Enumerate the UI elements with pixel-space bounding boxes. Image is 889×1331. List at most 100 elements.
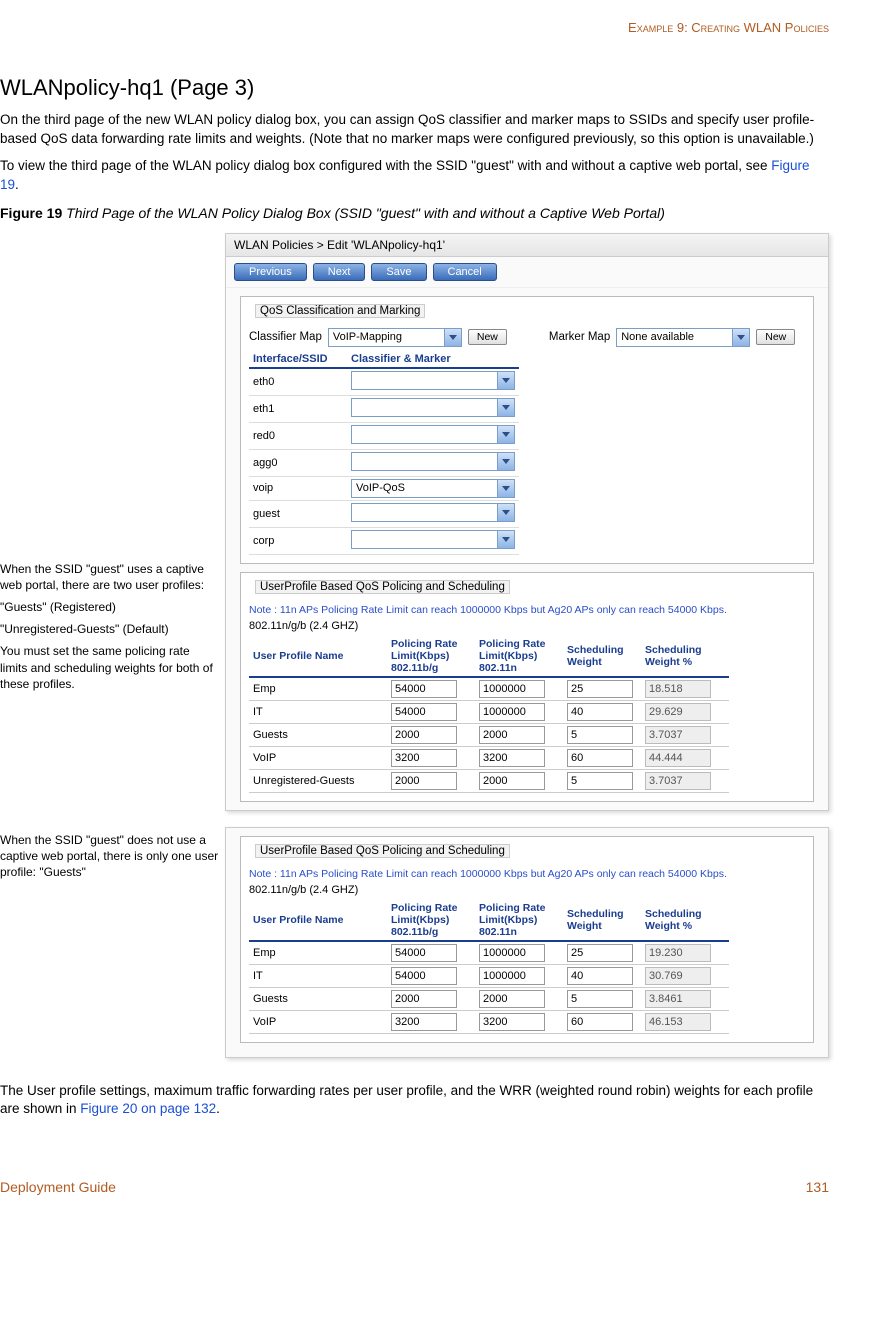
policing-n-input[interactable] bbox=[479, 1013, 545, 1031]
rate-limit-note: Note : 11n APs Policing Rate Limit can r… bbox=[249, 604, 805, 616]
dialog-title: WLAN Policies > Edit 'WLANpolicy-hq1' bbox=[226, 234, 828, 257]
qos-classification-fieldset: QoS Classification and Marking Classifie… bbox=[240, 296, 814, 564]
policing-bg-input[interactable] bbox=[391, 726, 457, 744]
save-button[interactable]: Save bbox=[371, 263, 426, 281]
col-user-profile-name: User Profile Name bbox=[249, 900, 387, 941]
figure-number: Figure 19 bbox=[0, 205, 66, 221]
marker-new-button[interactable]: New bbox=[756, 329, 795, 345]
scheduling-weight-pct bbox=[645, 944, 711, 962]
scheduling-weight-input[interactable] bbox=[567, 703, 633, 721]
userprofile-qos-fieldset-1: UserProfile Based QoS Policing and Sched… bbox=[240, 572, 814, 802]
figure-20-link[interactable]: Figure 20 on page 132 bbox=[80, 1101, 216, 1116]
col-policing-bg: Policing Rate Limit(Kbps) 802.11b/g bbox=[387, 636, 475, 677]
scheduling-weight-input[interactable] bbox=[567, 726, 633, 744]
footer-doc-title: Deployment Guide bbox=[0, 1179, 116, 1195]
policing-bg-input[interactable] bbox=[391, 1013, 457, 1031]
footer-page-number: 131 bbox=[806, 1179, 829, 1195]
profile-name: VoIP bbox=[249, 746, 387, 769]
scheduling-weight-pct bbox=[645, 967, 711, 985]
col-scheduling-weight: Scheduling Weight bbox=[563, 900, 641, 941]
policing-bg-input[interactable] bbox=[391, 749, 457, 767]
policing-bg-input[interactable] bbox=[391, 967, 457, 985]
policing-n-input[interactable] bbox=[479, 680, 545, 698]
profile-name: Emp bbox=[249, 677, 387, 701]
annotation-no-captive: When the SSID "guest" does not use a cap… bbox=[0, 832, 219, 881]
interface-name: guest bbox=[249, 500, 347, 527]
col-user-profile-name: User Profile Name bbox=[249, 636, 387, 677]
userprofile-qos-fieldset-2: UserProfile Based QoS Policing and Sched… bbox=[240, 836, 814, 1043]
policing-bg-input[interactable] bbox=[391, 703, 457, 721]
policing-bg-input[interactable] bbox=[391, 772, 457, 790]
cancel-button[interactable]: Cancel bbox=[433, 263, 497, 281]
intro-paragraph-2: To view the third page of the WLAN polic… bbox=[0, 157, 829, 195]
classifier-marker-select[interactable] bbox=[351, 398, 515, 417]
profile-name: Guests bbox=[249, 723, 387, 746]
marker-map-select[interactable]: None available bbox=[616, 328, 750, 347]
col-interface-ssid: Interface/SSID bbox=[249, 351, 347, 368]
scheduling-weight-input[interactable] bbox=[567, 1013, 633, 1031]
band-label: 802.11n/g/b (2.4 GHZ) bbox=[249, 620, 805, 632]
policing-n-input[interactable] bbox=[479, 726, 545, 744]
interface-name: red0 bbox=[249, 422, 347, 449]
scheduling-weight-pct bbox=[645, 726, 711, 744]
text: To view the third page of the WLAN polic… bbox=[0, 158, 771, 173]
interface-table: Interface/SSID Classifier & Marker eth0e… bbox=[249, 351, 519, 555]
band-label: 802.11n/g/b (2.4 GHZ) bbox=[249, 884, 805, 896]
marker-map-label: Marker Map bbox=[549, 331, 610, 343]
policing-bg-input[interactable] bbox=[391, 680, 457, 698]
page-title: WLANpolicy-hq1 (Page 3) bbox=[0, 75, 829, 101]
scheduling-weight-pct bbox=[645, 990, 711, 1008]
qos-table-2: User Profile Name Policing Rate Limit(Kb… bbox=[249, 900, 729, 1034]
closing-paragraph: The User profile settings, maximum traff… bbox=[0, 1082, 829, 1120]
classifier-new-button[interactable]: New bbox=[468, 329, 507, 345]
policing-n-input[interactable] bbox=[479, 749, 545, 767]
rate-limit-note: Note : 11n APs Policing Rate Limit can r… bbox=[249, 868, 805, 880]
profile-name: Unregistered-Guests bbox=[249, 769, 387, 792]
classifier-marker-select[interactable] bbox=[351, 425, 515, 444]
scheduling-weight-input[interactable] bbox=[567, 680, 633, 698]
scheduling-weight-pct bbox=[645, 749, 711, 767]
scheduling-weight-input[interactable] bbox=[567, 772, 633, 790]
profile-name: IT bbox=[249, 964, 387, 987]
col-scheduling-weight: Scheduling Weight bbox=[563, 636, 641, 677]
userprofile-legend: UserProfile Based QoS Policing and Sched… bbox=[255, 844, 510, 858]
policing-bg-input[interactable] bbox=[391, 990, 457, 1008]
policing-bg-input[interactable] bbox=[391, 944, 457, 962]
classifier-marker-select[interactable]: VoIP-QoS bbox=[351, 479, 515, 498]
classifier-marker-select[interactable] bbox=[351, 503, 515, 522]
classifier-map-select[interactable]: VoIP-Mapping bbox=[328, 328, 462, 347]
classifier-marker-select[interactable] bbox=[351, 371, 515, 390]
dialog-panel-2: UserProfile Based QoS Policing and Sched… bbox=[225, 827, 829, 1058]
annotation-captive-intro: When the SSID "guest" uses a captive web… bbox=[0, 561, 219, 593]
profile-name: Emp bbox=[249, 941, 387, 965]
figure-title: Third Page of the WLAN Policy Dialog Box… bbox=[66, 205, 665, 221]
userprofile-legend: UserProfile Based QoS Policing and Sched… bbox=[255, 580, 510, 594]
scheduling-weight-input[interactable] bbox=[567, 749, 633, 767]
scheduling-weight-input[interactable] bbox=[567, 944, 633, 962]
annotation-guests-reg: "Guests" (Registered) bbox=[0, 599, 219, 615]
scheduling-weight-pct bbox=[645, 1013, 711, 1031]
dialog-panel-1: WLAN Policies > Edit 'WLANpolicy-hq1' Pr… bbox=[225, 233, 829, 811]
scheduling-weight-pct bbox=[645, 680, 711, 698]
qos-legend: QoS Classification and Marking bbox=[255, 304, 425, 318]
profile-name: Guests bbox=[249, 987, 387, 1010]
scheduling-weight-input[interactable] bbox=[567, 967, 633, 985]
scheduling-weight-pct bbox=[645, 703, 711, 721]
classifier-marker-select[interactable] bbox=[351, 452, 515, 471]
next-button[interactable]: Next bbox=[313, 263, 366, 281]
policing-n-input[interactable] bbox=[479, 772, 545, 790]
classifier-marker-select[interactable] bbox=[351, 530, 515, 549]
col-policing-bg: Policing Rate Limit(Kbps) 802.11b/g bbox=[387, 900, 475, 941]
profile-name: VoIP bbox=[249, 1010, 387, 1033]
scheduling-weight-input[interactable] bbox=[567, 990, 633, 1008]
policing-n-input[interactable] bbox=[479, 967, 545, 985]
policing-n-input[interactable] bbox=[479, 944, 545, 962]
policing-n-input[interactable] bbox=[479, 703, 545, 721]
profile-name: IT bbox=[249, 700, 387, 723]
policing-n-input[interactable] bbox=[479, 990, 545, 1008]
previous-button[interactable]: Previous bbox=[234, 263, 307, 281]
classifier-map-label: Classifier Map bbox=[249, 331, 322, 343]
col-policing-n: Policing Rate Limit(Kbps) 802.11n bbox=[475, 636, 563, 677]
col-classifier-marker: Classifier & Marker bbox=[347, 351, 519, 368]
intro-paragraph-1: On the third page of the new WLAN policy… bbox=[0, 111, 829, 149]
